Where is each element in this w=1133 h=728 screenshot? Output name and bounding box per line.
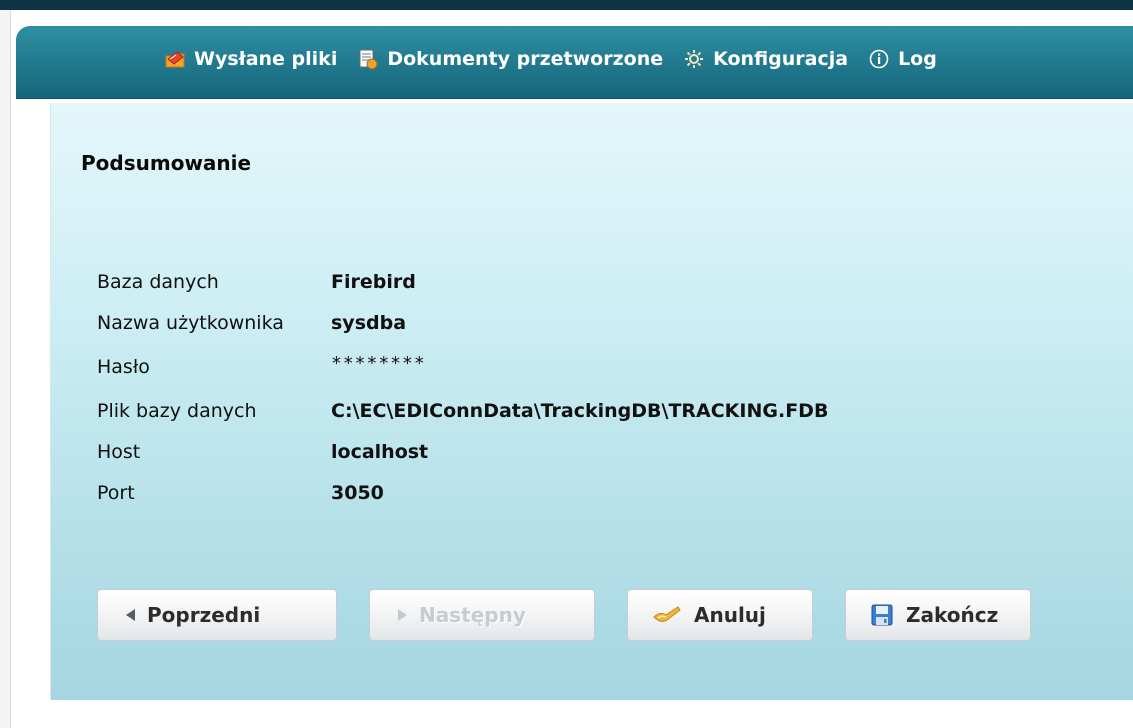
summary-row-username: Nazwa użytkownika sysdba (97, 302, 828, 343)
summary-row-host: Host localhost (97, 431, 828, 472)
summary-table: Baza danych Firebird Nazwa użytkownika s… (97, 261, 828, 513)
previous-button[interactable]: Poprzedni (97, 589, 337, 641)
nav-item-sent-files[interactable]: Wysłane pliki (164, 48, 337, 70)
finish-button-label: Zakończ (906, 603, 999, 627)
summary-value: sysdba (331, 311, 407, 334)
summary-row-port: Port 3050 (97, 472, 828, 513)
next-button[interactable]: Następny (369, 589, 595, 641)
nav-item-label: Konfiguracja (713, 48, 849, 70)
nav-item-processed-documents[interactable]: Dokumenty przetworzone (357, 48, 663, 70)
left-edge (0, 10, 11, 728)
processed-documents-icon (357, 48, 379, 70)
cancel-icon (652, 603, 682, 627)
page-title: Podsumowanie (81, 151, 252, 175)
save-icon (870, 603, 894, 627)
top-navigation-bar: Wysłane pliki Dokumenty przetworzone Kon… (16, 26, 1133, 99)
arrow-left-icon (126, 609, 135, 621)
nav-item-log[interactable]: Log (868, 48, 937, 70)
next-button-label: Następny (419, 603, 526, 627)
summary-value-masked: ******** (331, 353, 426, 374)
summary-label: Hasło (97, 355, 150, 378)
wizard-content-panel: Podsumowanie Baza danych Firebird Nazwa … (50, 103, 1133, 700)
sent-files-icon (164, 48, 186, 70)
info-icon (868, 48, 890, 70)
arrow-right-icon (398, 609, 407, 621)
summary-row-password: Hasło ******** (97, 343, 828, 390)
summary-row-database-file: Plik bazy danych C:\EC\EDIConnData\Track… (97, 390, 828, 431)
nav-item-configuration[interactable]: Konfiguracja (683, 48, 848, 70)
wizard-page: Wysłane pliki Dokumenty przetworzone Kon… (0, 0, 1133, 728)
summary-value: Firebird (331, 270, 416, 293)
nav-item-label: Log (898, 48, 937, 70)
finish-button[interactable]: Zakończ (845, 589, 1031, 641)
top-strip (0, 0, 1133, 10)
summary-row-database: Baza danych Firebird (97, 261, 828, 302)
nav-item-label: Wysłane pliki (194, 48, 338, 70)
summary-label: Baza danych (97, 270, 219, 293)
cancel-button-label: Anuluj (694, 603, 766, 627)
previous-button-label: Poprzedni (147, 603, 261, 627)
summary-label: Host (97, 440, 141, 463)
summary-value: localhost (331, 440, 429, 463)
summary-value: C:\EC\EDIConnData\TrackingDB\TRACKING.FD… (331, 399, 829, 422)
nav-item-label: Dokumenty przetworzone (387, 48, 664, 70)
nav-items: Wysłane pliki Dokumenty przetworzone Kon… (164, 48, 957, 70)
cancel-button[interactable]: Anuluj (627, 589, 813, 641)
summary-label: Nazwa użytkownika (97, 311, 284, 334)
summary-value: 3050 (331, 481, 384, 504)
summary-label: Plik bazy danych (97, 399, 257, 422)
gear-icon (683, 48, 705, 70)
summary-label: Port (97, 481, 135, 504)
